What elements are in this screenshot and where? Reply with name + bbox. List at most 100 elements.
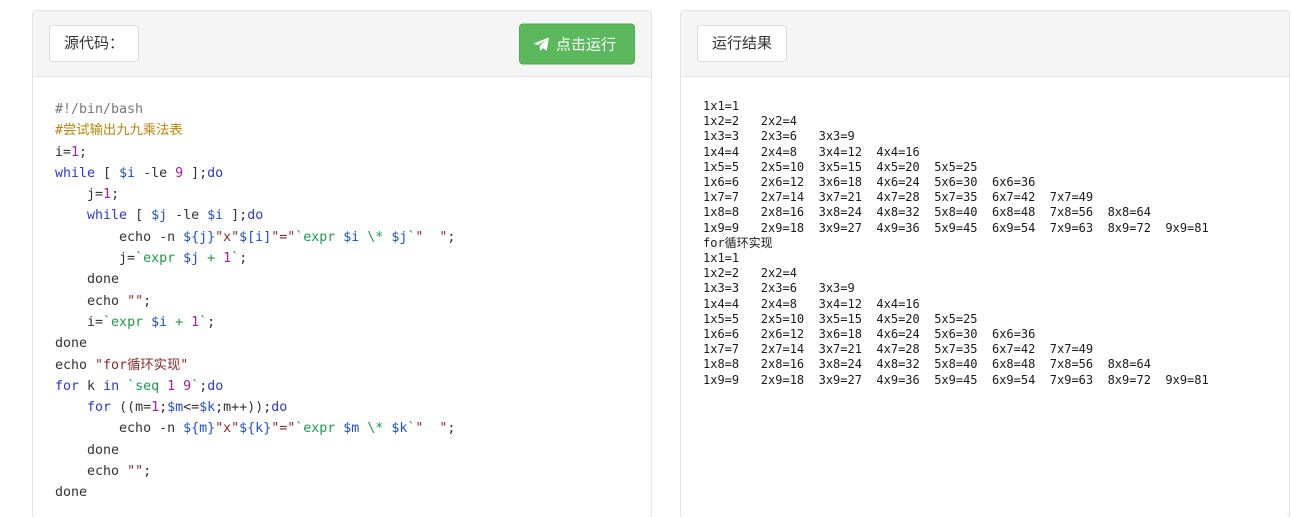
code-token: $m — [167, 400, 184, 416]
code-token: "=" — [271, 421, 296, 437]
code-token: ]; — [183, 165, 208, 181]
code-token: $j — [391, 229, 408, 245]
page-root: 源代码： 点击运行 #!/bin/bash #尝试输出九九乘法表 i=1; wh… — [0, 0, 1291, 517]
source-code-body: #!/bin/bash #尝试输出九九乘法表 i=1; while [ $i -… — [33, 77, 651, 517]
code-token: `expr — [295, 229, 344, 245]
code-token: i= — [87, 314, 104, 330]
code-token: 1 — [71, 144, 80, 160]
code-token: for — [55, 378, 80, 394]
code-token: $i — [119, 165, 136, 181]
code-token: -le — [135, 165, 176, 181]
code-token: do — [207, 165, 224, 181]
code-token: ` — [199, 314, 208, 330]
code-token: k — [79, 378, 104, 394]
code-token: in — [103, 378, 120, 394]
code-token: 1 — [151, 400, 160, 416]
code-token: + — [167, 314, 192, 330]
code-token: " " — [415, 229, 448, 245]
code-token: `expr — [295, 421, 344, 437]
code-token: 9 — [183, 378, 192, 394]
code-token: while — [87, 208, 128, 224]
code-token: #!/bin/bash — [55, 102, 144, 117]
result-label-button[interactable]: 运行结果 — [697, 24, 788, 63]
run-button[interactable]: 点击运行 — [518, 23, 635, 64]
code-token: \* — [359, 421, 392, 437]
code-token: 9 — [175, 165, 184, 181]
code-token: done — [87, 272, 120, 288]
code-token: done — [87, 442, 120, 458]
code-token: $k — [391, 421, 408, 437]
code-token: $i — [207, 208, 224, 224]
code-token: ; — [199, 378, 208, 394]
source-code-panel: 源代码： 点击运行 #!/bin/bash #尝试输出九九乘法表 i=1; wh… — [32, 10, 652, 517]
result-body: 1x1=1 1x2=2 2x2=4 1x3=3 2x3=6 3x3=9 1x4=… — [681, 77, 1289, 517]
source-code-panel-header: 源代码： 点击运行 — [33, 11, 651, 77]
code-token: ; — [159, 400, 168, 416]
code-token: ; — [207, 314, 216, 330]
code-token: ${j} — [183, 229, 216, 245]
code-token: 1 — [103, 187, 112, 203]
code-token: ; — [111, 187, 120, 203]
code-token: "x" — [215, 229, 240, 245]
code-token: -le — [167, 208, 208, 224]
code-token: j= — [87, 187, 104, 203]
run-button-label: 点击运行 — [555, 36, 616, 53]
code-token: echo — [87, 464, 120, 480]
code-token: echo — [119, 421, 152, 437]
code-token: do — [247, 208, 264, 224]
code-token: ((m= — [111, 400, 152, 416]
code-token: "for循环实现" — [95, 357, 189, 373]
code-token: ; — [143, 464, 152, 480]
code-token: ]; — [223, 208, 248, 224]
code-token: ; — [447, 229, 456, 245]
code-token: $i — [343, 229, 360, 245]
paper-plane-icon — [534, 36, 549, 51]
code-token: + — [199, 251, 224, 267]
code-token: "x" — [215, 421, 240, 437]
code-token: done — [55, 336, 88, 352]
source-code-text[interactable]: #!/bin/bash #尝试输出九九乘法表 i=1; while [ $i -… — [33, 77, 651, 514]
code-token: -n — [151, 421, 184, 437]
code-token: 1 — [191, 314, 200, 330]
code-token: ; — [79, 144, 88, 160]
code-token: $m — [343, 421, 360, 437]
code-token: -n — [151, 229, 184, 245]
code-token: ; — [143, 293, 152, 309]
code-token: while — [55, 165, 96, 181]
code-token: 1 — [223, 251, 232, 267]
code-token: ` — [231, 251, 240, 267]
code-token: "" — [127, 464, 144, 480]
code-token: #尝试输出九九乘法表 — [55, 123, 183, 139]
code-token: $i — [151, 314, 168, 330]
code-token: `expr — [135, 251, 184, 267]
code-token: j= — [119, 251, 136, 267]
code-token: ` — [191, 378, 200, 394]
code-token: $k — [199, 400, 216, 416]
result-panel-header: 运行结果 — [681, 11, 1289, 77]
code-token: ; — [447, 421, 456, 437]
code-token: " " — [415, 421, 448, 437]
code-token: echo — [119, 229, 152, 245]
code-token: ${k} — [239, 421, 272, 437]
code-token: echo — [55, 357, 88, 373]
code-token: for — [87, 400, 112, 416]
code-token: ; — [239, 251, 248, 267]
code-token: <= — [183, 400, 200, 416]
code-token: [ — [127, 208, 152, 224]
code-token: i= — [55, 144, 72, 160]
code-token: "" — [127, 293, 144, 309]
result-panel: 运行结果 1x1=1 1x2=2 2x2=4 1x3=3 2x3=6 3x3=9… — [680, 10, 1290, 517]
code-token: "=" — [271, 229, 296, 245]
result-output-text: 1x1=1 1x2=2 2x2=4 1x3=3 2x3=6 3x3=9 1x4=… — [703, 99, 1209, 387]
code-token: `seq — [127, 378, 168, 394]
code-token: do — [271, 400, 288, 416]
code-token: $[i] — [239, 229, 272, 245]
code-token: \* — [359, 229, 392, 245]
source-code-label-button[interactable]: 源代码： — [49, 24, 140, 63]
code-token: ${m} — [183, 421, 216, 437]
